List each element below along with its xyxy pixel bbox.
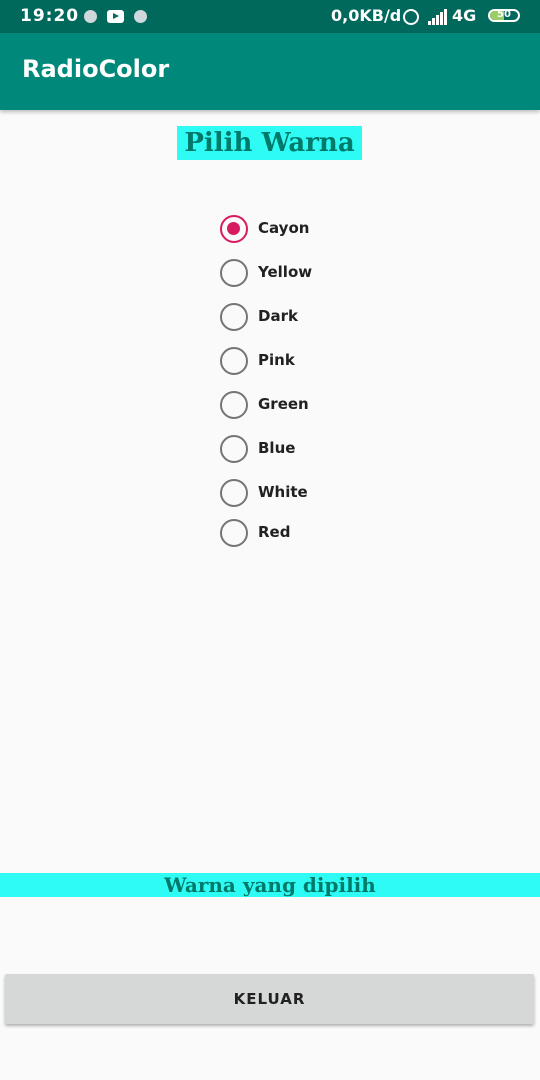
battery-level: 50: [497, 9, 511, 20]
radio-label: Green: [258, 395, 309, 413]
radio-label: Red: [258, 523, 291, 541]
radio-label: Pink: [258, 351, 295, 369]
radio-button-icon[interactable]: [220, 435, 248, 463]
network-speed: 0,0KB/d: [331, 6, 402, 25]
battery-icon: 50: [488, 9, 520, 22]
network-type: 4G: [452, 6, 477, 25]
radio-button-icon[interactable]: [220, 215, 248, 243]
radio-button-icon[interactable]: [220, 391, 248, 419]
exit-button[interactable]: KELUAR: [5, 974, 534, 1024]
signal-icon: [428, 9, 450, 25]
notification-dot-icon: [84, 10, 97, 23]
radio-button-icon[interactable]: [220, 259, 248, 287]
radio-label: Dark: [258, 307, 298, 325]
alarm-icon: [403, 9, 419, 25]
radio-label: Cayon: [258, 219, 310, 237]
selected-color-label: Warna yang dipilih: [0, 873, 540, 897]
page-title: Pilih Warna: [177, 126, 362, 160]
radio-button-icon[interactable]: [220, 479, 248, 507]
app-title: RadioColor: [22, 55, 170, 83]
radio-button-icon[interactable]: [220, 347, 248, 375]
radio-label: Yellow: [258, 263, 313, 281]
radio-label: Blue: [258, 439, 296, 457]
status-bar: 19:20 0,0KB/d 4G 50: [0, 0, 540, 33]
radio-label: White: [258, 483, 308, 501]
status-time: 19:20: [20, 6, 80, 26]
radio-button-icon[interactable]: [220, 519, 248, 547]
radio-button-icon[interactable]: [220, 303, 248, 331]
notification-dot-icon: [134, 10, 147, 23]
app-bar: RadioColor: [0, 33, 540, 110]
youtube-icon: [107, 10, 124, 23]
